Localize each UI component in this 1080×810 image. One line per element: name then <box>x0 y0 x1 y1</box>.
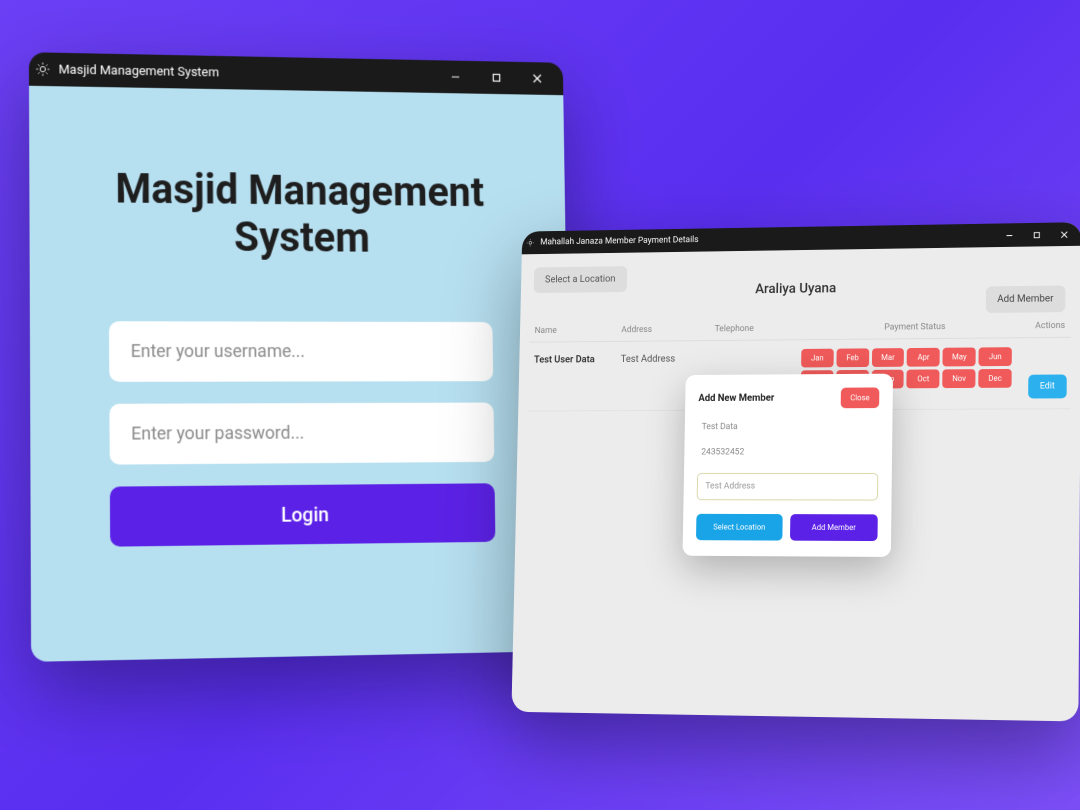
edit-button[interactable]: Edit <box>1028 374 1067 398</box>
close-button[interactable] <box>1050 222 1078 246</box>
modal-name-field[interactable]: Test Data <box>698 422 879 432</box>
month-chip[interactable]: May <box>943 347 976 366</box>
close-button[interactable] <box>517 62 558 95</box>
username-input[interactable] <box>109 321 493 382</box>
month-chip[interactable]: Jun <box>979 347 1012 366</box>
minimize-button[interactable] <box>995 223 1023 247</box>
month-chip[interactable]: Oct <box>907 369 940 388</box>
maximize-button[interactable] <box>476 61 517 94</box>
month-chip[interactable]: Jan <box>801 349 834 368</box>
modal-phone-field[interactable]: 243532452 <box>697 447 878 457</box>
location-title: Araliya Uyana <box>755 281 836 298</box>
login-body: Masjid Management System Login <box>29 86 572 662</box>
member-window: Mahallah Janaza Member Payment Details S… <box>511 222 1080 721</box>
col-name: Name <box>520 326 621 337</box>
modal-select-location-button[interactable]: Select Location <box>696 514 783 541</box>
month-chip[interactable]: Feb <box>836 348 869 367</box>
login-form: Login <box>109 321 495 546</box>
member-window-title: Mahallah Janaza Member Payment Details <box>540 230 995 247</box>
col-telephone: Telephone <box>715 324 810 335</box>
table-header: Name Address Telephone Payment Status Ac… <box>520 321 1080 336</box>
login-button[interactable]: Login <box>110 483 496 546</box>
login-window: Masjid Management System Masjid Manageme… <box>29 52 572 662</box>
month-chip[interactable]: Dec <box>978 369 1011 388</box>
month-chip[interactable]: Nov <box>943 369 976 388</box>
col-payment-status: Payment Status <box>809 321 1022 333</box>
cell-name: Test User Data <box>519 354 621 365</box>
select-location-button[interactable]: Select a Location <box>534 266 627 293</box>
month-chip[interactable]: Mar <box>872 348 905 367</box>
maximize-button[interactable] <box>1022 223 1050 247</box>
col-actions: Actions <box>1022 321 1080 331</box>
month-chip[interactable]: Apr <box>907 348 940 367</box>
member-body: Select a Location Araliya Uyana Add Memb… <box>511 246 1080 722</box>
modal-add-member-button[interactable]: Add Member <box>790 514 878 541</box>
app-icon <box>35 61 51 77</box>
col-address: Address <box>621 325 715 336</box>
app-icon <box>526 238 535 248</box>
login-window-title: Masjid Management System <box>59 62 436 84</box>
modal-address-field[interactable]: Test Address <box>697 473 879 501</box>
add-member-button[interactable]: Add Member <box>985 285 1065 313</box>
modal-close-button[interactable]: Close <box>841 387 880 408</box>
password-input[interactable] <box>109 402 494 464</box>
modal-title: Add New Member <box>698 393 774 404</box>
cell-address: Test Address <box>621 354 715 365</box>
divider <box>529 337 1071 343</box>
add-member-modal: Add New Member Close Test Data 243532452… <box>683 374 893 557</box>
minimize-button[interactable] <box>435 60 477 93</box>
login-heading: Masjid Management System <box>115 166 485 264</box>
